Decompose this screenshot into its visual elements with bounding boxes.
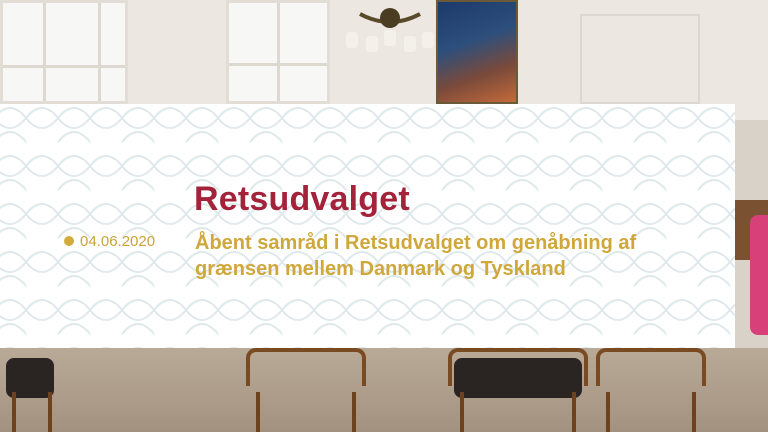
gold-dot-icon (64, 236, 74, 246)
wall-panel (580, 14, 700, 104)
window-center (226, 0, 330, 104)
title-banner: Retsudvalget 04.06.2020 Åbent samråd i R… (0, 104, 735, 348)
painting-image (436, 0, 518, 104)
chair (0, 348, 60, 432)
chair (246, 348, 366, 432)
person-figure (750, 215, 768, 335)
meeting-subtitle: Åbent samråd i Retsudvalget om genåbning… (195, 230, 715, 282)
subtitle-line-2: grænsen mellem Danmark og Tyskland (195, 258, 566, 280)
meeting-date: 04.06.2020 (80, 232, 156, 250)
chair (596, 348, 706, 432)
subtitle-line-1: Åbent samråd i Retsudvalget om genåbning… (195, 232, 637, 254)
chandelier-image (346, 8, 434, 52)
date-row: 04.06.2020 (64, 232, 155, 250)
chair (448, 348, 588, 432)
committee-title: Retsudvalget (194, 180, 410, 218)
window-left (0, 0, 128, 104)
